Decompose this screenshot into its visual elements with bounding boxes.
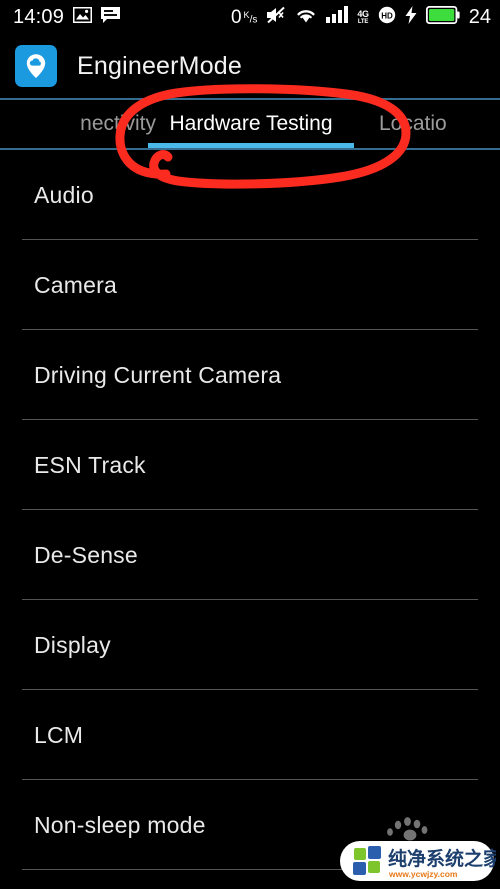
message-icon — [101, 6, 121, 28]
mute-icon — [266, 6, 286, 29]
tab-hardware-testing[interactable]: Hardware Testing — [142, 100, 360, 148]
list-item[interactable]: Audio — [0, 150, 500, 240]
hd-call-icon: HD — [378, 6, 396, 29]
svg-text:HD: HD — [381, 11, 393, 20]
list-item[interactable]: ESN Track — [0, 420, 500, 510]
tab-bar: nectivity Hardware Testing Locatio — [0, 98, 500, 150]
app-title: EngineerMode — [77, 51, 243, 80]
network-speed-value: 0 — [230, 6, 242, 28]
status-bar-right: 0 K/s 4G LTE HD 24 — [231, 5, 500, 29]
list-item-label: LCM — [34, 721, 84, 748]
app-bar: EngineerMode — [0, 34, 500, 98]
list-item[interactable]: Display — [0, 600, 500, 690]
list-item-label: Driving Current Camera — [34, 361, 282, 388]
list-item-label: Audio — [34, 181, 94, 208]
battery-icon — [425, 5, 460, 29]
tab-hardware-testing-label: Hardware Testing — [169, 112, 333, 135]
site-watermark: 纯净系统之家 www.ycwjzy.com — [340, 817, 496, 881]
list-item-label: Display — [34, 631, 111, 658]
list-item[interactable]: Driving Current Camera — [0, 330, 500, 420]
paw-print-icon — [387, 817, 428, 841]
battery-percent-label: 24 — [468, 6, 491, 28]
engineermode-app-icon — [15, 45, 57, 87]
status-bar-clock: 14:09 — [13, 6, 65, 28]
tab-connectivity[interactable]: nectivity — [0, 100, 156, 148]
list-item-label: De-Sense — [34, 541, 138, 568]
charging-bolt-icon — [405, 5, 417, 29]
4g-lte-icon: 4G LTE — [357, 8, 369, 25]
status-bar: 14:09 0 K/s 4G LTE HD 24 — [0, 0, 500, 34]
site-name-label: 纯净系统之家 — [388, 847, 496, 870]
tab-location[interactable]: Locatio — [360, 100, 500, 148]
tab-active-indicator — [148, 143, 354, 148]
network-speed-unit: K/s — [243, 10, 258, 26]
network-speed-indicator: 0 K/s — [231, 8, 257, 27]
list-item-label: Non-sleep mode — [34, 811, 206, 838]
image-icon — [72, 6, 93, 28]
tab-location-label: Locatio — [379, 112, 447, 135]
status-bar-left: 14:09 — [0, 6, 121, 28]
signal-bars-icon — [326, 6, 349, 28]
list-item-label: Camera — [34, 271, 118, 298]
hardware-testing-list[interactable]: Audio Camera Driving Current Camera ESN … — [0, 150, 500, 889]
list-item[interactable]: LCM — [0, 690, 500, 780]
list-item[interactable]: De-Sense — [0, 510, 500, 600]
list-item[interactable]: Camera — [0, 240, 500, 330]
wifi-icon — [295, 6, 317, 28]
list-item-label: ESN Track — [34, 451, 146, 478]
site-url-label: www.ycwjzy.com — [388, 869, 458, 879]
